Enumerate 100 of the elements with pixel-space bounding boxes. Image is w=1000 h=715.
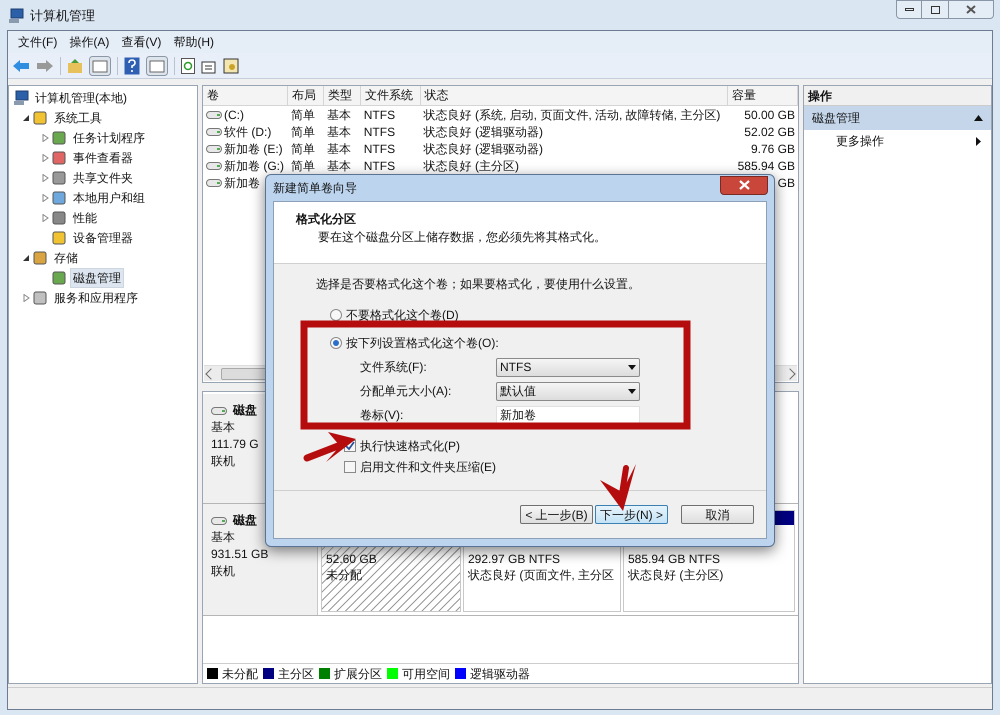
- actions-header: 操作: [804, 86, 991, 106]
- dialog-title: 新建简单卷向导: [273, 180, 357, 197]
- menu-item[interactable]: 帮助(H): [169, 33, 218, 51]
- column-header[interactable]: 类型: [324, 86, 361, 105]
- disk-state: 联机: [211, 563, 235, 580]
- menu-item[interactable]: 文件(F): [14, 33, 62, 51]
- column-header[interactable]: 卷: [203, 86, 288, 105]
- dialog-button[interactable]: < 上一步(B): [520, 505, 593, 524]
- tree-item[interactable]: 性能: [70, 208, 100, 228]
- partition-size: 585.94 GB NTFS: [628, 551, 720, 567]
- collapse-arrow-icon[interactable]: [22, 254, 30, 262]
- dialog-prompt: 选择是否要格式化这个卷；如果要格式化，要使用什么设置。: [316, 276, 640, 293]
- tool-icon: [51, 210, 67, 226]
- drive-icon: [211, 516, 227, 526]
- tool-icon: [51, 230, 67, 246]
- table-cell: 50.00 GB: [744, 106, 795, 122]
- partition-status: 状态良好 (页面文件, 主分区: [468, 567, 614, 583]
- disk-name: 磁盘: [233, 512, 257, 529]
- minimize-button[interactable]: [896, 0, 922, 19]
- partition-size: 292.97 GB NTFS: [468, 551, 560, 567]
- radio-button[interactable]: [330, 337, 342, 349]
- expand-arrow-icon[interactable]: [22, 294, 30, 302]
- table-cell: 状态良好 (逻辑驱动器): [424, 124, 543, 140]
- table-cell: 状态良好 (主分区): [424, 158, 519, 174]
- checkbox[interactable]: [344, 460, 356, 472]
- tree-item[interactable]: 服务和应用程序: [51, 288, 141, 308]
- table-cell: 新加卷 (E:): [224, 140, 283, 156]
- table-cell: 简单: [290, 140, 315, 156]
- tree-item[interactable]: 任务计划程序: [70, 128, 148, 148]
- expand-arrow-icon[interactable]: [42, 154, 48, 162]
- tool-icon: [32, 250, 48, 266]
- expand-arrow-icon[interactable]: [42, 214, 48, 222]
- column-header[interactable]: 文件系统: [360, 86, 421, 105]
- disk-name: 磁盘: [233, 402, 257, 419]
- tool-icon: [32, 290, 48, 306]
- table-cell: 简单: [290, 106, 315, 122]
- table-cell: NTFS: [364, 124, 396, 140]
- table-cell: 简单: [290, 158, 315, 174]
- legend-label: 未分配: [222, 666, 258, 682]
- table-cell: NTFS: [364, 140, 396, 156]
- tree-item[interactable]: 本地用户和组: [70, 188, 148, 208]
- actions-section-header[interactable]: 磁盘管理: [804, 106, 991, 130]
- drive-icon: [206, 178, 222, 188]
- tool-icon: [51, 130, 67, 146]
- disk-state: 联机: [211, 453, 235, 470]
- disk-type: 基本: [211, 529, 235, 546]
- radio-button[interactable]: [330, 309, 342, 321]
- disk-size: 111.79 G: [211, 436, 259, 453]
- table-cell: 状态良好 (逻辑驱动器): [424, 140, 543, 156]
- partition-status: 状态良好 (主分区): [628, 567, 724, 583]
- drive-icon: [206, 144, 222, 154]
- dialog-button[interactable]: 下一步(N) >: [595, 505, 668, 524]
- expand-arrow-icon[interactable]: [42, 174, 48, 182]
- tool-icon: [51, 150, 67, 166]
- tree-item[interactable]: 计算机管理(本地): [32, 88, 130, 108]
- drive-icon: [211, 406, 227, 416]
- table-cell: (C:): [224, 106, 244, 122]
- console-icon[interactable]: [223, 58, 239, 74]
- tree-item[interactable]: 事件查看器: [70, 148, 136, 168]
- expand-arrow-icon[interactable]: [42, 134, 48, 142]
- maximize-button[interactable]: [922, 0, 948, 19]
- help-icon[interactable]: [124, 56, 140, 74]
- pane-toggle-icon[interactable]: [146, 56, 168, 76]
- table-cell: 状态良好 (系统, 启动, 页面文件, 活动, 故障转储, 主分区): [424, 106, 720, 122]
- back-arrow-icon[interactable]: [12, 58, 30, 72]
- menu-item[interactable]: 操作(A): [65, 33, 114, 51]
- dropdown[interactable]: NTFS: [496, 358, 640, 376]
- arrow-drawing: [600, 464, 636, 511]
- table-cell: NTFS: [364, 158, 396, 174]
- tree-item[interactable]: 存储: [51, 248, 81, 268]
- expand-arrow-icon[interactable]: [42, 194, 48, 202]
- partition-status: 未分配: [326, 567, 362, 583]
- column-header[interactable]: 容量: [728, 86, 798, 105]
- tree-item[interactable]: 系统工具: [51, 108, 105, 128]
- column-header[interactable]: 状态: [420, 86, 728, 105]
- menu-item[interactable]: 查看(V): [117, 33, 166, 51]
- collapse-arrow-icon[interactable]: [22, 114, 30, 122]
- refresh-icon[interactable]: [181, 58, 195, 74]
- tree-item[interactable]: 共享文件夹: [70, 168, 136, 188]
- checkbox-label: 启用文件和文件夹压缩(E): [360, 458, 496, 476]
- computer-icon: [13, 90, 29, 106]
- tree-item[interactable]: 设备管理器: [70, 228, 136, 248]
- dialog-button[interactable]: 取消: [681, 505, 754, 524]
- drive-icon: [206, 110, 222, 120]
- tree-item[interactable]: 磁盘管理: [70, 268, 124, 288]
- app-icon: [8, 8, 24, 24]
- radio-label: 不要格式化这个卷(D): [346, 307, 459, 324]
- close-button[interactable]: [720, 176, 768, 194]
- drive-icon: [206, 160, 222, 170]
- dialog-heading: 格式化分区: [296, 211, 356, 228]
- field-label: 文件系统(F):: [360, 359, 428, 376]
- pane-toggle-icon[interactable]: [89, 56, 111, 76]
- folder-up-icon[interactable]: [67, 58, 83, 74]
- action-item[interactable]: 更多操作: [804, 130, 991, 152]
- caret-icon: [628, 364, 636, 370]
- dropdown[interactable]: 默认值: [496, 382, 640, 400]
- close-button[interactable]: [948, 0, 994, 19]
- column-header[interactable]: 布局: [288, 86, 324, 105]
- arrow-drawing: [304, 432, 356, 462]
- table-cell: 基本: [326, 106, 351, 122]
